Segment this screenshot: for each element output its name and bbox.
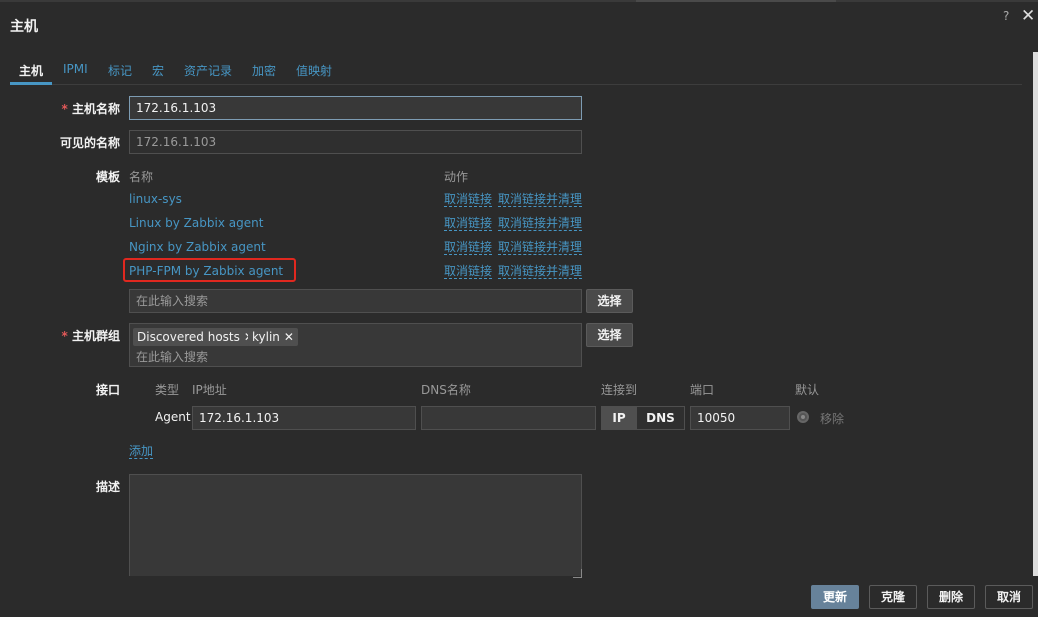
group-chip: kylin ✕ (248, 328, 298, 346)
tab-macros[interactable]: 宏 (152, 62, 164, 79)
iface-col-type: 类型 (155, 383, 180, 397)
iface-col-dns: DNS名称 (421, 383, 471, 397)
unlink-clear-link[interactable]: 取消链接并清理 (498, 216, 583, 231)
top-border (0, 0, 1038, 2)
dialog-title: 主机 (10, 19, 38, 35)
help-icon[interactable]: ? (1003, 9, 1009, 23)
template-search-input[interactable] (129, 289, 582, 313)
tab-encryption[interactable]: 加密 (252, 62, 276, 79)
template-link[interactable]: Linux by Zabbix agent (129, 216, 263, 230)
unlink-clear-link[interactable]: 取消链接并清理 (498, 192, 583, 207)
templates-col-name: 名称 (129, 170, 154, 184)
add-interface-link[interactable]: 添加 (129, 444, 154, 459)
unlink-link[interactable]: 取消链接 (444, 264, 493, 279)
scrollbar[interactable] (1033, 52, 1038, 577)
clone-button[interactable]: 克隆 (869, 585, 917, 609)
host-groups-label: * 主机群组 (61, 329, 120, 343)
visible-name-label: 可见的名称 (59, 136, 120, 150)
iface-col-default: 默认 (795, 383, 820, 397)
interfaces-label: 接口 (95, 383, 120, 397)
template-link[interactable]: Nginx by Zabbix agent (129, 240, 266, 254)
iface-ip-input[interactable] (192, 406, 416, 430)
tab-value-mapping[interactable]: 值映射 (296, 62, 332, 79)
top-border-accent (636, 0, 836, 2)
connect-dns-button[interactable]: DNS (636, 406, 685, 430)
iface-remove-link[interactable]: 移除 (820, 410, 844, 427)
unlink-clear-link[interactable]: 取消链接并清理 (498, 264, 583, 279)
host-groups-select-button[interactable]: 选择 (586, 323, 633, 347)
host-name-input[interactable] (129, 96, 582, 120)
template-select-button[interactable]: 选择 (586, 289, 633, 313)
visible-name-input[interactable] (129, 130, 582, 154)
close-icon[interactable]: ✕ (1021, 6, 1035, 26)
chip-remove-icon[interactable]: ✕ (284, 330, 294, 344)
active-tab-indicator (10, 82, 52, 85)
template-link[interactable]: linux-sys (129, 192, 182, 206)
cancel-button[interactable]: 取消 (985, 585, 1033, 609)
update-button[interactable]: 更新 (811, 585, 859, 609)
connect-ip-button[interactable]: IP (601, 406, 637, 430)
description-label: 描述 (95, 480, 120, 494)
iface-col-port: 端口 (690, 383, 715, 397)
iface-type: Agent (155, 410, 191, 424)
default-radio[interactable] (797, 411, 809, 423)
unlink-link[interactable]: 取消链接 (444, 192, 493, 207)
host-groups-search-placeholder[interactable]: 在此输入搜索 (136, 348, 208, 365)
templates-col-action: 动作 (444, 170, 469, 184)
tabs-divider (10, 84, 1022, 85)
iface-dns-input[interactable] (421, 406, 596, 430)
group-chip: Discovered hosts✕ (133, 328, 258, 346)
iface-col-connect: 连接到 (601, 383, 638, 397)
unlink-link[interactable]: 取消链接 (444, 240, 493, 255)
tab-tags[interactable]: 标记 (108, 62, 132, 79)
resize-grip-icon[interactable] (573, 569, 582, 578)
delete-button[interactable]: 删除 (927, 585, 975, 609)
templates-label: 模板 (95, 170, 120, 184)
unlink-link[interactable]: 取消链接 (444, 216, 493, 231)
iface-port-input[interactable] (690, 406, 790, 430)
highlight-annotation-box (123, 258, 296, 282)
description-textarea[interactable] (129, 474, 582, 578)
tab-host[interactable]: 主机 (19, 62, 43, 79)
iface-col-ip: IP地址 (192, 383, 227, 397)
host-groups-multiselect[interactable]: Discovered hosts✕ kylin✕ 在此输入搜索 (129, 323, 582, 367)
required-mark: * (61, 102, 68, 116)
tab-ipmi[interactable]: IPMI (63, 62, 88, 76)
host-name-label: * 主机名称 (61, 102, 120, 116)
tab-inventory[interactable]: 资产记录 (184, 62, 232, 79)
unlink-clear-link[interactable]: 取消链接并清理 (498, 240, 583, 255)
required-mark: * (61, 329, 68, 343)
